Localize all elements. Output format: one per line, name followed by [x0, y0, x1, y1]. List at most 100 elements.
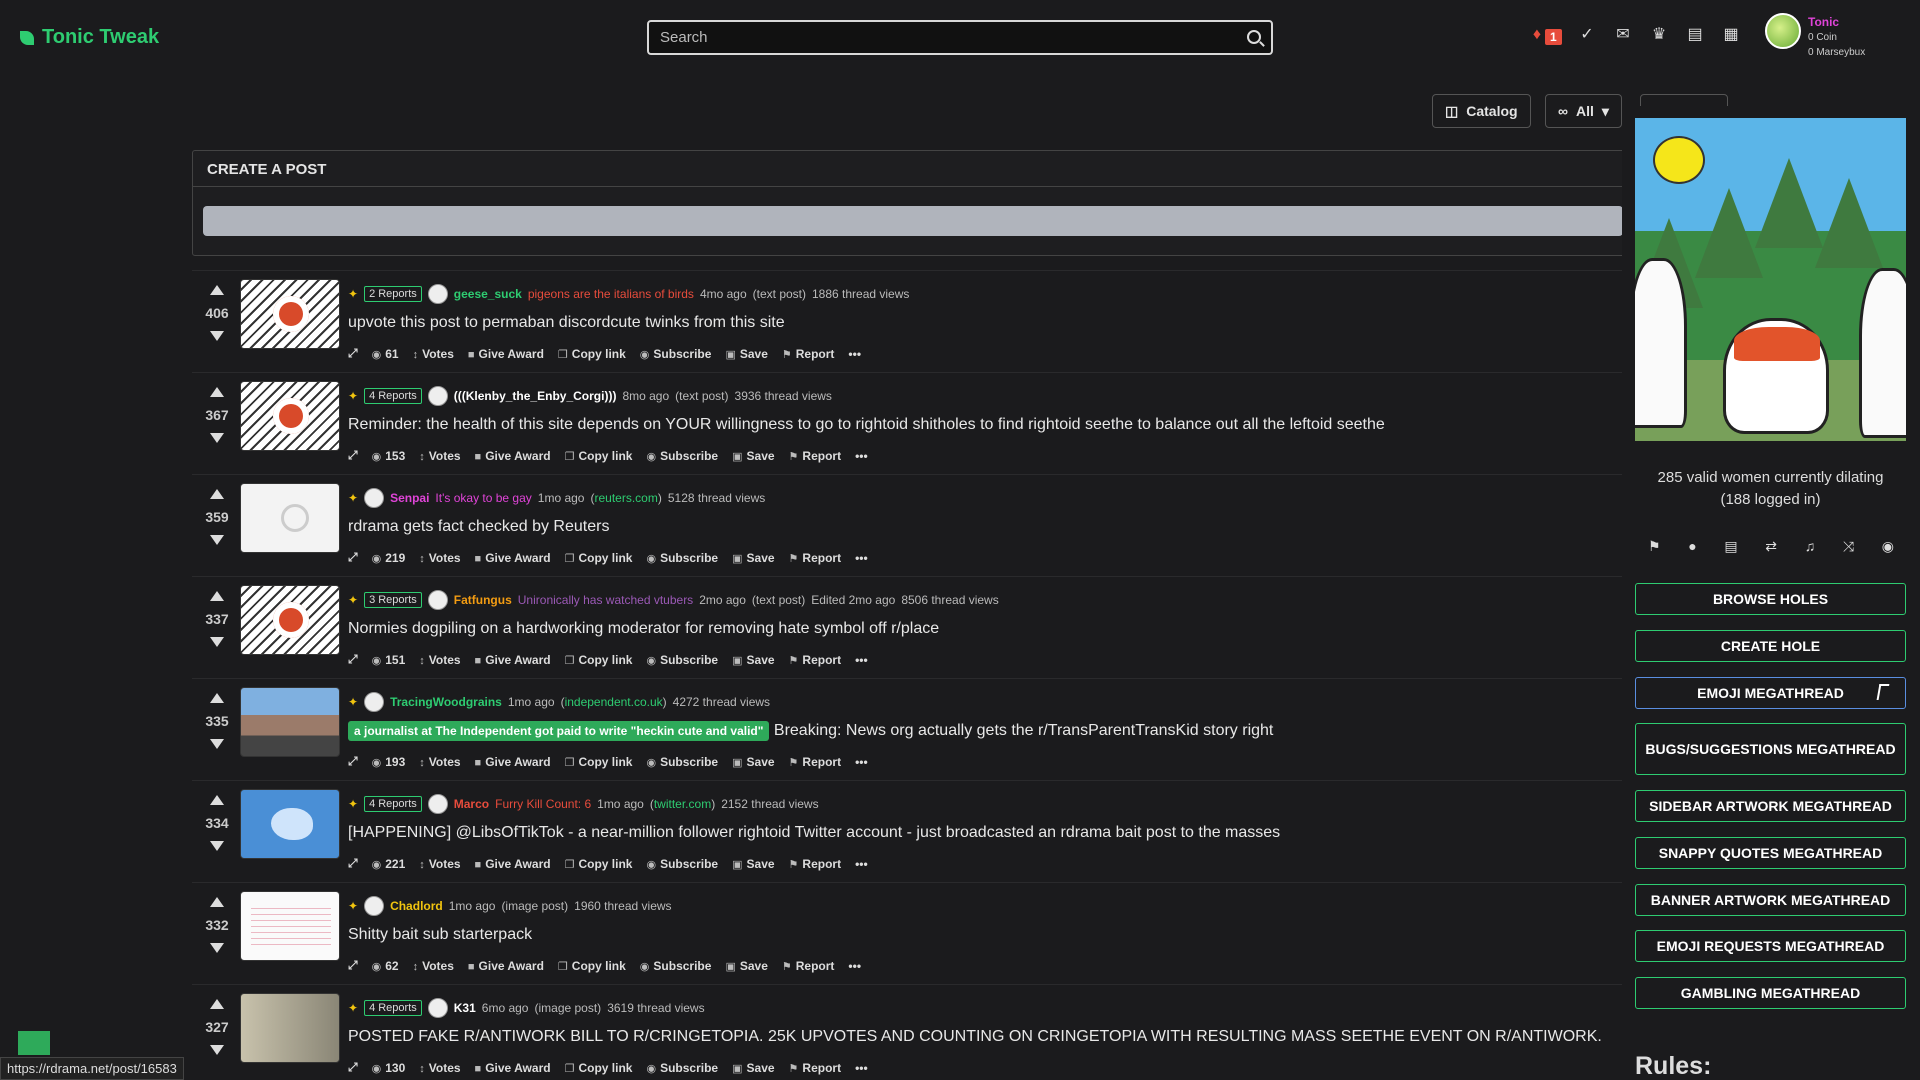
save-button[interactable]: ▣ Save — [732, 755, 774, 769]
votes-button[interactable]: ↕ Votes — [419, 653, 460, 667]
more-options-button[interactable]: ••• — [855, 857, 868, 871]
more-options-button[interactable]: ••• — [855, 1061, 868, 1075]
author-avatar[interactable] — [427, 998, 448, 1018]
sidebar-button-create-hole[interactable]: CREATE HOLE — [1635, 630, 1906, 662]
more-options-button[interactable]: ••• — [855, 653, 868, 667]
copy-link-button[interactable]: ❐ Copy link — [558, 959, 626, 973]
expand-icon[interactable]: ⤢ — [348, 1060, 358, 1075]
comments-button[interactable]: ◉ 151 — [372, 653, 406, 667]
post-thumbnail[interactable] — [240, 891, 340, 961]
chat-bubble-icon[interactable]: ◉ — [1882, 538, 1894, 555]
downvote-arrow-icon[interactable] — [210, 739, 224, 749]
layers-icon[interactable]: ▤ — [1724, 538, 1737, 555]
copy-link-button[interactable]: ❐ Copy link — [565, 755, 633, 769]
bell-icon[interactable]: ♦ 1 — [1528, 26, 1562, 45]
comments-button[interactable]: ◉ 221 — [372, 857, 406, 871]
author-avatar[interactable] — [427, 386, 448, 406]
report-button[interactable]: ⚑ Report — [789, 1061, 842, 1075]
downvote-arrow-icon[interactable] — [210, 943, 224, 953]
post-thumbnail[interactable] — [240, 483, 340, 553]
expand-icon[interactable]: ⤢ — [348, 448, 358, 463]
more-options-button[interactable]: ••• — [848, 347, 861, 361]
time-filter-dropdown[interactable]: ∞ All ▾ — [1545, 94, 1622, 128]
domain-link[interactable]: twitter.com — [654, 797, 711, 811]
give-award-button[interactable]: ■ Give Award — [468, 959, 544, 973]
upvote-arrow-icon[interactable] — [210, 999, 224, 1009]
author-name[interactable]: Fatfungus — [454, 593, 512, 607]
comments-button[interactable]: ◉ 130 — [372, 1061, 406, 1075]
repeat-icon[interactable]: ⇄ — [1765, 538, 1777, 555]
copy-link-button[interactable]: ❐ Copy link — [558, 347, 626, 361]
subscribe-button[interactable]: ◉ Subscribe — [646, 449, 718, 463]
search-input[interactable] — [649, 22, 1271, 53]
sidebar-button-emoji-megathread[interactable]: EMOJI MEGATHREAD — [1635, 677, 1906, 709]
downvote-arrow-icon[interactable] — [210, 433, 224, 443]
author-avatar[interactable] — [427, 284, 448, 304]
comments-button[interactable]: ◉ 61 — [372, 347, 399, 361]
votes-button[interactable]: ↕ Votes — [419, 449, 460, 463]
give-award-button[interactable]: ■ Give Award — [475, 1061, 551, 1075]
subscribe-button[interactable]: ◉ Subscribe — [646, 551, 718, 565]
sidebar-button-sidebar-artwork-megathread[interactable]: SIDEBAR ARTWORK MEGATHREAD — [1635, 790, 1906, 822]
author-avatar[interactable] — [364, 692, 385, 712]
copy-link-button[interactable]: ❐ Copy link — [565, 551, 633, 565]
give-award-button[interactable]: ■ Give Award — [475, 449, 551, 463]
report-button[interactable]: ⚑ Report — [789, 755, 842, 769]
author-name[interactable]: Senpai — [390, 491, 429, 505]
downvote-arrow-icon[interactable] — [210, 1045, 224, 1055]
votes-button[interactable]: ↕ Votes — [413, 959, 454, 973]
save-button[interactable]: ▣ Save — [732, 551, 774, 565]
report-button[interactable]: ⚑ Report — [782, 347, 835, 361]
comments-button[interactable]: ◉ 219 — [372, 551, 406, 565]
votes-button[interactable]: ↕ Votes — [419, 857, 460, 871]
subscribe-button[interactable]: ◉ Subscribe — [646, 1061, 718, 1075]
author-name[interactable]: TracingWoodgrains — [390, 695, 502, 709]
save-button[interactable]: ▣ Save — [732, 449, 774, 463]
comments-button[interactable]: ◉ 153 — [372, 449, 406, 463]
report-button[interactable]: ⚑ Report — [782, 959, 835, 973]
upvote-arrow-icon[interactable] — [210, 897, 224, 907]
domain-link[interactable]: independent.co.uk — [565, 695, 663, 709]
post-title[interactable]: upvote this post to permaban discordcute… — [348, 314, 785, 331]
post-thumbnail[interactable] — [240, 789, 340, 859]
reports-badge[interactable]: 3 Reports — [364, 592, 422, 608]
comments-button[interactable]: ◉ 62 — [372, 959, 399, 973]
sidebar-button-gambling-megathread[interactable]: GAMBLING MEGATHREAD — [1635, 977, 1906, 1009]
upvote-arrow-icon[interactable] — [210, 591, 224, 601]
catalog-button[interactable]: ◫ Catalog — [1432, 94, 1531, 128]
reports-badge[interactable]: 2 Reports — [364, 286, 422, 302]
create-post-input[interactable] — [203, 206, 1623, 236]
sidebar-button-banner-artwork-megathread[interactable]: BANNER ARTWORK MEGATHREAD — [1635, 884, 1906, 916]
expand-icon[interactable]: ⤢ — [348, 550, 358, 565]
expand-icon[interactable]: ⤢ — [348, 346, 358, 361]
chat-icon[interactable]: ✉ — [1614, 26, 1632, 44]
subscribe-button[interactable]: ◉ Subscribe — [646, 755, 718, 769]
copy-link-button[interactable]: ❐ Copy link — [565, 449, 633, 463]
post-thumbnail[interactable] — [240, 687, 340, 757]
more-options-button[interactable]: ••• — [855, 551, 868, 565]
give-award-button[interactable]: ■ Give Award — [475, 551, 551, 565]
upvote-arrow-icon[interactable] — [210, 489, 224, 499]
upvote-arrow-icon[interactable] — [210, 285, 224, 295]
subscribe-button[interactable]: ◉ Subscribe — [646, 857, 718, 871]
user-avatar[interactable] — [1765, 13, 1801, 49]
more-options-button[interactable]: ••• — [855, 755, 868, 769]
post-title[interactable]: rdrama gets fact checked by Reuters — [348, 518, 609, 535]
cat-icon[interactable]: ⚑ — [1648, 538, 1661, 555]
feather-icon[interactable]: ✓ — [1578, 26, 1596, 44]
sidebar-button-snappy-quotes-megathread[interactable]: SNAPPY QUOTES MEGATHREAD — [1635, 837, 1906, 869]
expand-icon[interactable]: ⤢ — [348, 652, 358, 667]
report-button[interactable]: ⚑ Report — [789, 653, 842, 667]
report-button[interactable]: ⚑ Report — [789, 551, 842, 565]
trophy-icon[interactable]: ♛ — [1650, 26, 1668, 44]
post-thumbnail[interactable] — [240, 279, 340, 349]
comments-button[interactable]: ◉ 193 — [372, 755, 406, 769]
shuffle-icon[interactable]: ⤨ — [1843, 538, 1854, 555]
site-logo-link[interactable]: Tonic Tweak — [20, 26, 159, 49]
copy-link-button[interactable]: ❐ Copy link — [565, 1061, 633, 1075]
more-options-button[interactable]: ••• — [855, 449, 868, 463]
more-options-button[interactable]: ••• — [848, 959, 861, 973]
author-name[interactable]: (((Klenby_the_Enby_Corgi))) — [454, 389, 617, 403]
post-title[interactable]: POSTED FAKE R/ANTIWORK BILL TO R/CRINGET… — [348, 1028, 1602, 1045]
give-award-button[interactable]: ■ Give Award — [475, 653, 551, 667]
